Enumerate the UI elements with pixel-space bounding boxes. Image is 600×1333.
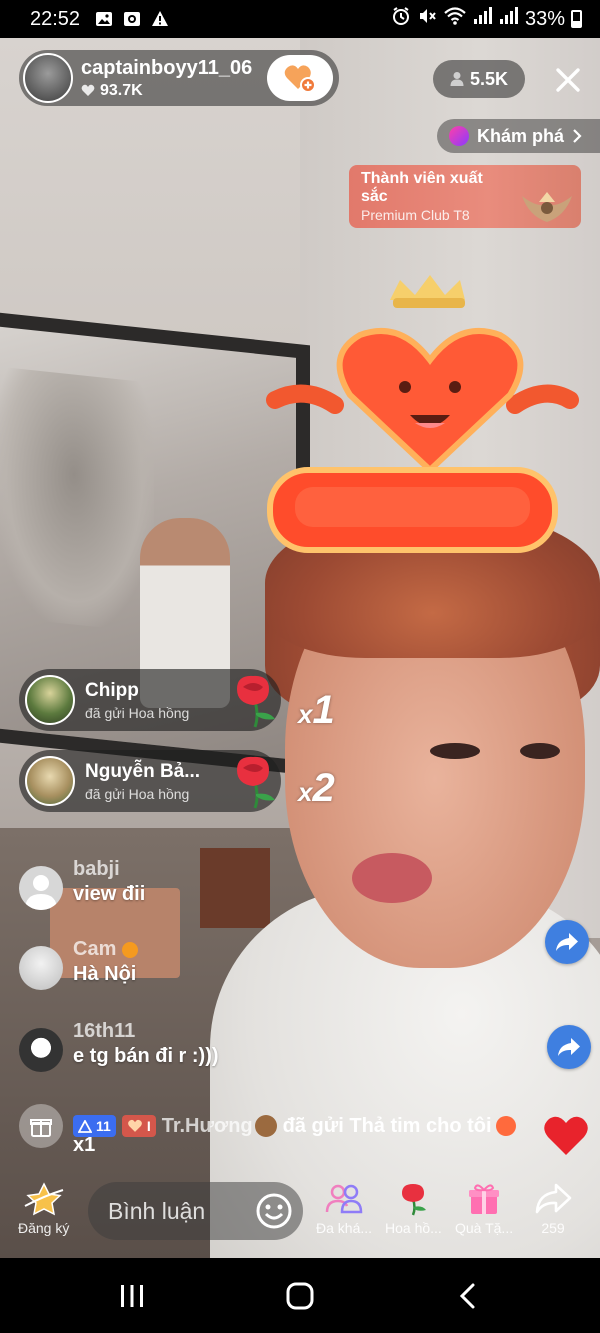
subscribe-label: Đăng ký (18, 1220, 70, 1236)
triangle-icon (78, 1119, 92, 1133)
chat-username: Cam (73, 938, 138, 961)
host-avatar[interactable] (23, 53, 73, 103)
battery-icon (571, 10, 582, 28)
gift-sender-avatar[interactable] (25, 675, 75, 725)
chat-avatar[interactable] (19, 866, 63, 910)
monkey-emoji-icon (254, 1115, 277, 1137)
heart-icon (127, 1119, 142, 1132)
rose-icon (402, 1184, 427, 1216)
gift-box-icon (19, 1104, 63, 1148)
heart-plus-icon (284, 65, 316, 93)
crest-icon (522, 192, 572, 222)
gifts-button[interactable]: Quà Tặ... (455, 1182, 513, 1236)
image-notification-icon (94, 9, 114, 29)
gift-description: đã gửi Hoa hồng (85, 785, 190, 802)
rose-icon (237, 675, 275, 728)
chat-avatar[interactable] (19, 946, 63, 990)
share-count: 259 (541, 1220, 565, 1236)
gift-sender-name: Nguyễn Bả... (85, 760, 201, 782)
back-icon (459, 1283, 475, 1309)
gift-combo-count: x1 (298, 688, 335, 732)
heart-mascot-sticker (266, 275, 579, 553)
viewer-count-value: 5.5K (469, 68, 509, 89)
host-likes: 93.7K (81, 82, 252, 100)
default-avatar-icon (25, 875, 57, 910)
rose-gift-label: Hoa hồ... (385, 1220, 442, 1236)
heart-icon (81, 84, 95, 96)
gift-box-icon (469, 1184, 500, 1214)
explore-button[interactable]: Khám phá (437, 119, 600, 153)
camera-notification-icon (122, 9, 142, 29)
back-button[interactable] (448, 1280, 488, 1312)
share-arrow-icon (535, 1183, 572, 1214)
follow-button[interactable] (267, 55, 333, 101)
gift-activity-line[interactable]: 11 I Tr.Hương đã gửi Thả tim cho tôi x1 (19, 1104, 574, 1156)
premium-club-banner[interactable]: Thành viên xuất sắc Premium Club T8 (349, 165, 581, 228)
chat-text: view đii (73, 883, 146, 905)
recent-apps-icon (121, 1285, 143, 1307)
orange-emoji-icon (121, 941, 138, 958)
close-icon (556, 68, 580, 92)
rose-gift-button[interactable]: Hoa hồ... (385, 1182, 442, 1236)
chat-avatar[interactable] (19, 1028, 63, 1072)
chat-username: babji (73, 858, 120, 880)
share-stream-button[interactable]: 259 (534, 1182, 572, 1236)
explore-label: Khám phá (477, 125, 565, 146)
status-time: 22:52 (30, 7, 81, 30)
host-name: captainboyy11_06 (81, 56, 253, 79)
person-icon (450, 72, 464, 86)
chevron-right-icon (573, 129, 582, 143)
gift-line-text: đã gửi Thả tim cho tôi (282, 1114, 492, 1137)
close-button[interactable] (548, 60, 588, 100)
recent-apps-button[interactable] (112, 1280, 152, 1312)
gift-line-count: x1 (73, 1134, 96, 1156)
gifts-label: Quà Tặ... (455, 1220, 514, 1236)
wifi-icon (443, 6, 467, 32)
gift-combo-count: x2 (298, 766, 335, 810)
gift-line-user: Tr.Hương (161, 1114, 253, 1137)
chat-message[interactable]: Cam Hà Nội (19, 938, 138, 990)
chat-message[interactable]: babji view đii (19, 858, 145, 910)
share-arrow-icon (556, 933, 578, 951)
gift-thumbnail-icon (495, 1116, 516, 1136)
alarm-icon (391, 6, 411, 32)
home-button[interactable] (280, 1280, 320, 1312)
comment-placeholder: Bình luận (108, 1197, 206, 1224)
chat-username: 16th11 (73, 1020, 136, 1042)
people-icon (325, 1184, 363, 1214)
signal-icon (473, 7, 493, 31)
mute-icon (417, 6, 437, 32)
share-button[interactable] (545, 920, 589, 964)
share-button[interactable] (547, 1025, 591, 1069)
viewer-count[interactable]: 5.5K (433, 60, 525, 98)
star-icon (24, 1182, 63, 1216)
floating-heart-icon (544, 1116, 588, 1155)
warning-icon (150, 9, 170, 29)
status-bar: 22:52 33% (0, 0, 600, 38)
explore-icon (449, 126, 469, 146)
multi-guest-button[interactable]: Đa khá... (316, 1182, 372, 1236)
battery-percent: 33% (524, 7, 565, 30)
chat-text: Hà Nội (73, 963, 137, 985)
chat-text: e tg bán đi r :))) (73, 1045, 219, 1067)
rose-icon (237, 756, 275, 809)
gift-notification[interactable]: Chipp đã gửi Hoa hồng (19, 669, 281, 731)
system-navigation-bar (0, 1258, 600, 1333)
chat-message[interactable]: 16th11 e tg bán đi r :))) (19, 1020, 219, 1072)
fan-badge: I (121, 1115, 156, 1137)
subscribe-button[interactable]: Đăng ký (18, 1182, 69, 1236)
emoji-icon[interactable] (255, 1192, 293, 1230)
comment-input[interactable]: Bình luận (88, 1182, 303, 1240)
share-arrow-icon (558, 1038, 580, 1056)
host-profile-pill[interactable]: captainboyy11_06 93.7K (19, 50, 339, 106)
gift-sender-avatar[interactable] (25, 756, 75, 806)
home-icon (286, 1282, 314, 1310)
club-title: Thành viên xuất sắc (361, 170, 483, 205)
gift-notification[interactable]: Nguyễn Bả... đã gửi Hoa hồng (19, 750, 281, 812)
gift-description: đã gửi Hoa hồng (85, 704, 190, 721)
signal-icon-2 (499, 7, 519, 31)
gift-sender-name: Chipp (85, 679, 139, 701)
bottom-action-bar: Đăng ký Bình luận Đa khá... Hoa hồ... Qu… (0, 1170, 600, 1258)
multi-guest-label: Đa khá... (316, 1220, 373, 1236)
